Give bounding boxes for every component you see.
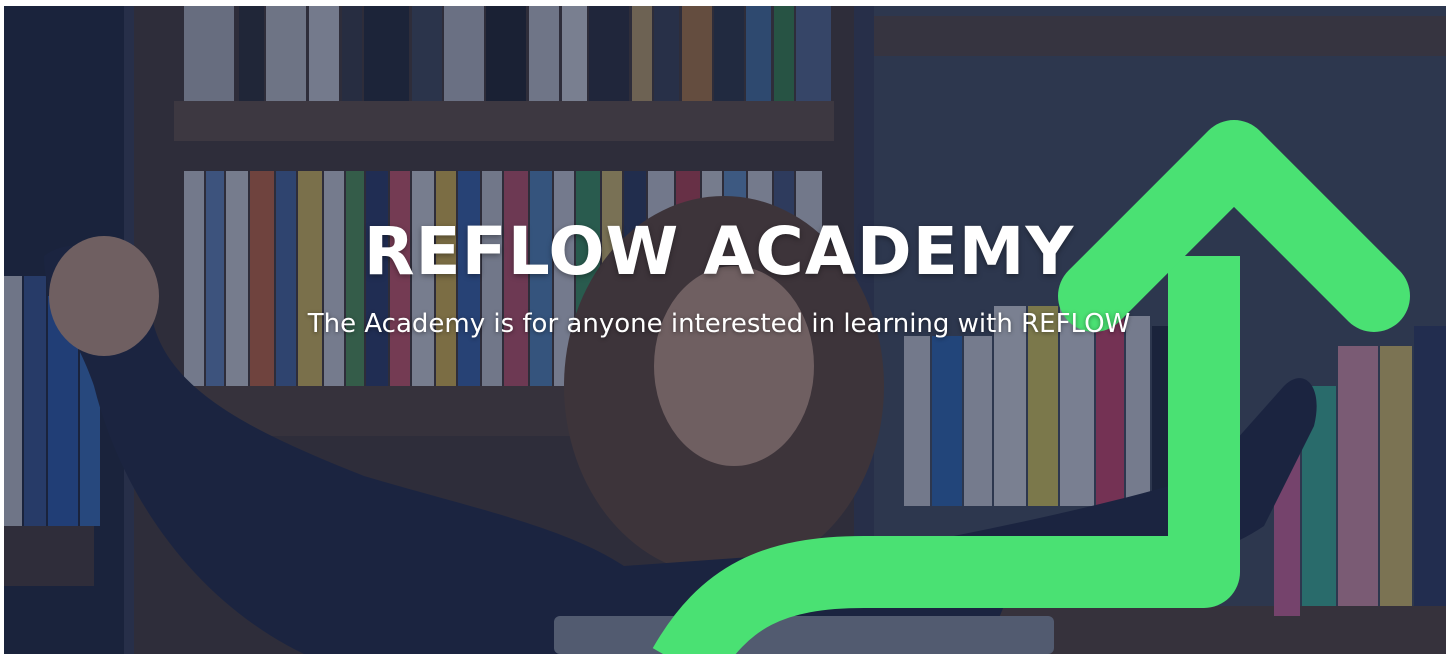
page-subtitle: The Academy is for anyone interested in … <box>307 309 1131 339</box>
page-title: REFLOW ACADEMY <box>363 213 1075 290</box>
hero-banner: REFLOW ACADEMY The Academy is for anyone… <box>4 6 1446 654</box>
